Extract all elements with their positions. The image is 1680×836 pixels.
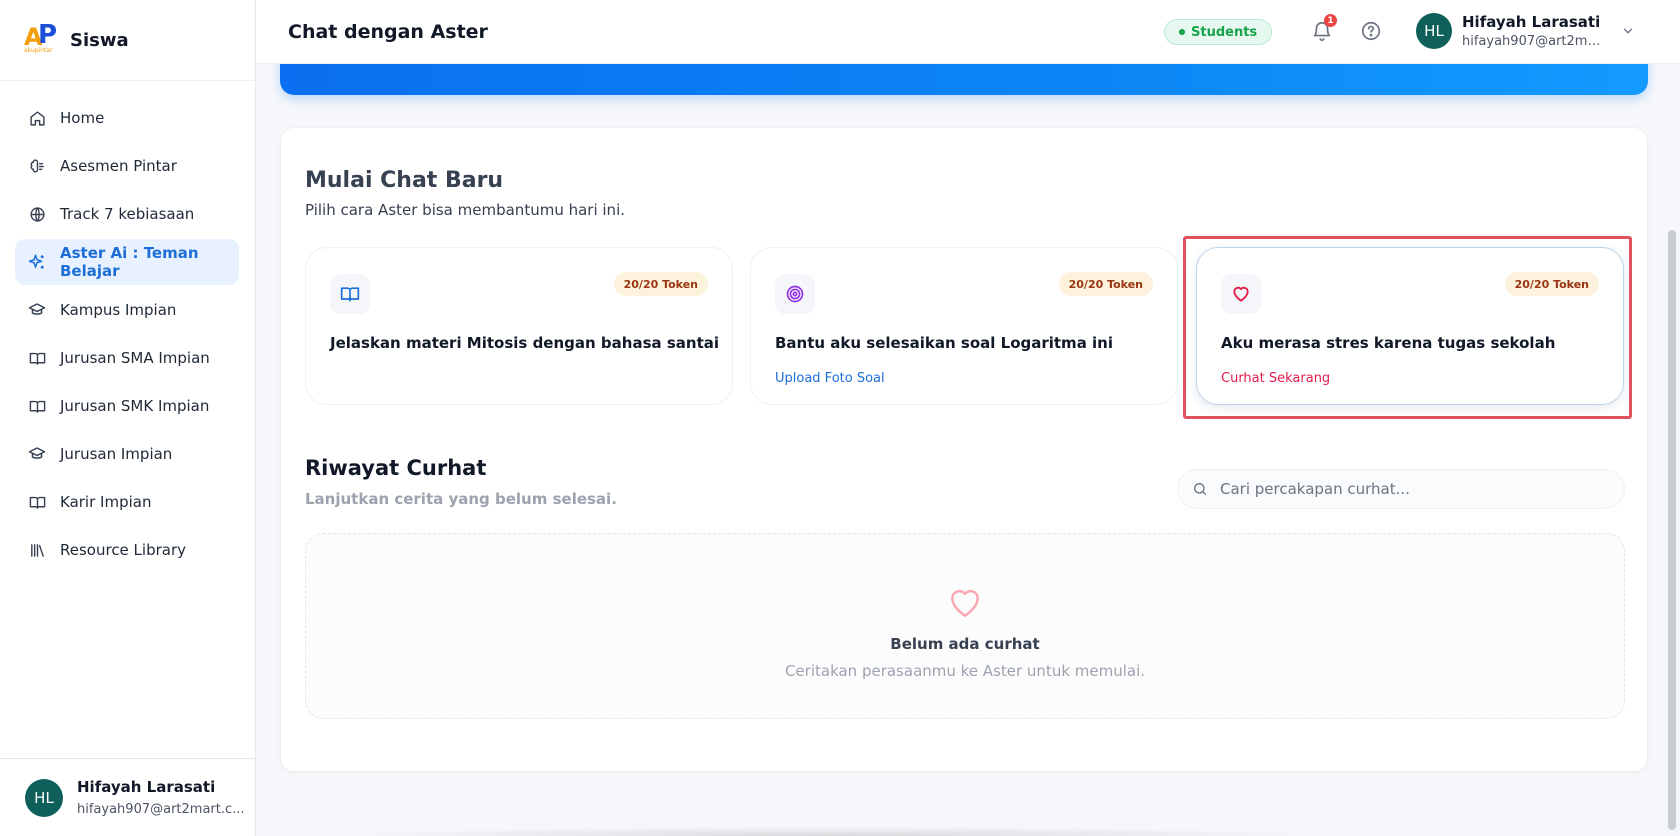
- chat-panel: Mulai Chat Baru Pilih cara Aster bisa me…: [280, 127, 1648, 772]
- graduation-cap-icon: [28, 445, 46, 463]
- sidebar-item-label: Track 7 kebiasaan: [60, 205, 195, 223]
- new-chat-title: Mulai Chat Baru: [305, 168, 504, 193]
- history-subtitle: Lanjutkan cerita yang belum selesai.: [305, 490, 617, 508]
- role-badge: Students: [1164, 19, 1273, 45]
- bottom-shadow: [336, 826, 1326, 836]
- user-email: hifayah907@art2mar...: [1462, 34, 1607, 49]
- heart-outline-icon: [951, 589, 979, 617]
- book-icon: [28, 493, 46, 511]
- search-input[interactable]: [1220, 480, 1600, 498]
- page-title: Chat dengan Aster: [288, 20, 488, 43]
- globe-icon: [28, 205, 46, 223]
- graduation-cap-icon: [28, 301, 46, 319]
- status-dot: [1179, 29, 1185, 35]
- book-icon: [28, 349, 46, 367]
- scrollbar-thumb[interactable]: [1668, 230, 1676, 830]
- brain-icon: [28, 157, 46, 175]
- sidebar-item-label: Aster Ai : Teman Belajar: [60, 244, 199, 280]
- book-open-icon: [330, 274, 370, 314]
- chat-option-card-curhat[interactable]: 20/20 Token Aku merasa stres karena tuga…: [1196, 247, 1624, 405]
- user-email: hifayah907@art2mart.c...: [77, 802, 245, 817]
- sidebar-item-kampus-impian[interactable]: Kampus Impian: [15, 287, 239, 333]
- sidebar-item-karir-impian[interactable]: Karir Impian: [15, 479, 239, 525]
- sidebar-item-aster-ai[interactable]: Aster Ai : Teman Belajar: [15, 239, 239, 285]
- chat-option-card-mitosis[interactable]: 20/20 Token Jelaskan materi Mitosis deng…: [305, 247, 733, 405]
- sidebar-item-track-7-kebiasaan[interactable]: Track 7 kebiasaan: [15, 191, 239, 237]
- sidebar-item-label: Karir Impian: [60, 493, 152, 511]
- sidebar: AP akupintar Siswa Home Asesmen Pintar T…: [0, 0, 256, 836]
- notification-button[interactable]: 1: [1311, 14, 1337, 42]
- sidebar-item-label: Jurusan SMK Impian: [60, 397, 210, 415]
- book-icon: [28, 397, 46, 415]
- user-name: Hifayah Larasati: [77, 778, 216, 796]
- sparkles-icon: [28, 253, 46, 271]
- user-name: Hifayah Larasati: [1462, 13, 1601, 31]
- curhat-sekarang-link[interactable]: Curhat Sekarang: [1221, 371, 1330, 386]
- token-badge: 20/20 Token: [1504, 272, 1599, 296]
- avatar: HL: [1416, 13, 1452, 49]
- brand-name: Siswa: [70, 29, 129, 51]
- sidebar-user-profile[interactable]: HL Hifayah Larasati hifayah907@art2mart.…: [0, 758, 255, 836]
- header-user-menu[interactable]: HL Hifayah Larasati hifayah907@art2mar..…: [1416, 13, 1635, 49]
- home-icon: [28, 109, 46, 127]
- top-header: Chat dengan Aster Students 1 HL Hifayah …: [256, 0, 1680, 64]
- sidebar-item-home[interactable]: Home: [15, 95, 239, 141]
- new-chat-subtitle: Pilih cara Aster bisa membantumu hari in…: [305, 201, 626, 219]
- heart-icon: [1221, 274, 1261, 314]
- chat-option-card-logaritma[interactable]: 20/20 Token Bantu aku selesaikan soal Lo…: [750, 247, 1178, 405]
- avatar: HL: [25, 778, 63, 817]
- sidebar-item-label: Home: [60, 109, 105, 127]
- token-badge: 20/20 Token: [613, 272, 708, 296]
- chevron-down-icon: [1623, 28, 1633, 34]
- target-icon: [775, 274, 815, 314]
- upload-foto-soal-link[interactable]: Upload Foto Soal: [775, 371, 885, 386]
- brand[interactable]: AP akupintar Siswa: [0, 0, 255, 81]
- sidebar-item-jurusan-smk-impian[interactable]: Jurusan SMK Impian: [15, 383, 239, 429]
- sidebar-item-resource-library[interactable]: Resource Library: [15, 527, 239, 573]
- library-icon: [28, 541, 46, 559]
- sidebar-item-jurusan-sma-impian[interactable]: Jurusan SMA Impian: [15, 335, 239, 381]
- sidebar-item-label: Kampus Impian: [60, 301, 177, 319]
- app-logo: AP akupintar: [24, 20, 58, 54]
- token-badge: 20/20 Token: [1058, 272, 1153, 296]
- chat-option-title: Jelaskan materi Mitosis dengan bahasa sa…: [330, 334, 720, 352]
- help-button[interactable]: [1360, 20, 1382, 42]
- empty-state-subtitle: Ceritakan perasaanmu ke Aster untuk memu…: [784, 662, 1146, 680]
- role-badge-label: Students: [1191, 24, 1258, 40]
- search-icon: [1194, 483, 1206, 495]
- empty-state-title: Belum ada curhat: [890, 635, 1040, 653]
- sidebar-item-label: Asesmen Pintar: [60, 157, 177, 175]
- history-title: Riwayat Curhat: [305, 456, 487, 480]
- notification-count: 1: [1324, 14, 1337, 27]
- history-search[interactable]: [1177, 469, 1625, 509]
- sidebar-item-asesmen-pintar[interactable]: Asesmen Pintar: [15, 143, 239, 189]
- help-circle-icon: [1361, 21, 1381, 41]
- chat-option-title: Bantu aku selesaikan soal Logaritma ini: [775, 334, 1113, 352]
- sidebar-item-label: Resource Library: [60, 541, 187, 559]
- empty-state: Belum ada curhat Ceritakan perasaanmu ke…: [305, 533, 1625, 719]
- sidebar-item-jurusan-impian[interactable]: Jurusan Impian: [15, 431, 239, 477]
- chat-option-title: Aku merasa stres karena tugas sekolah: [1221, 334, 1556, 352]
- sidebar-nav: Home Asesmen Pintar Track 7 kebiasaan As…: [0, 81, 255, 573]
- sidebar-item-label: Jurusan Impian: [60, 445, 173, 463]
- sidebar-item-label: Jurusan SMA Impian: [60, 349, 210, 367]
